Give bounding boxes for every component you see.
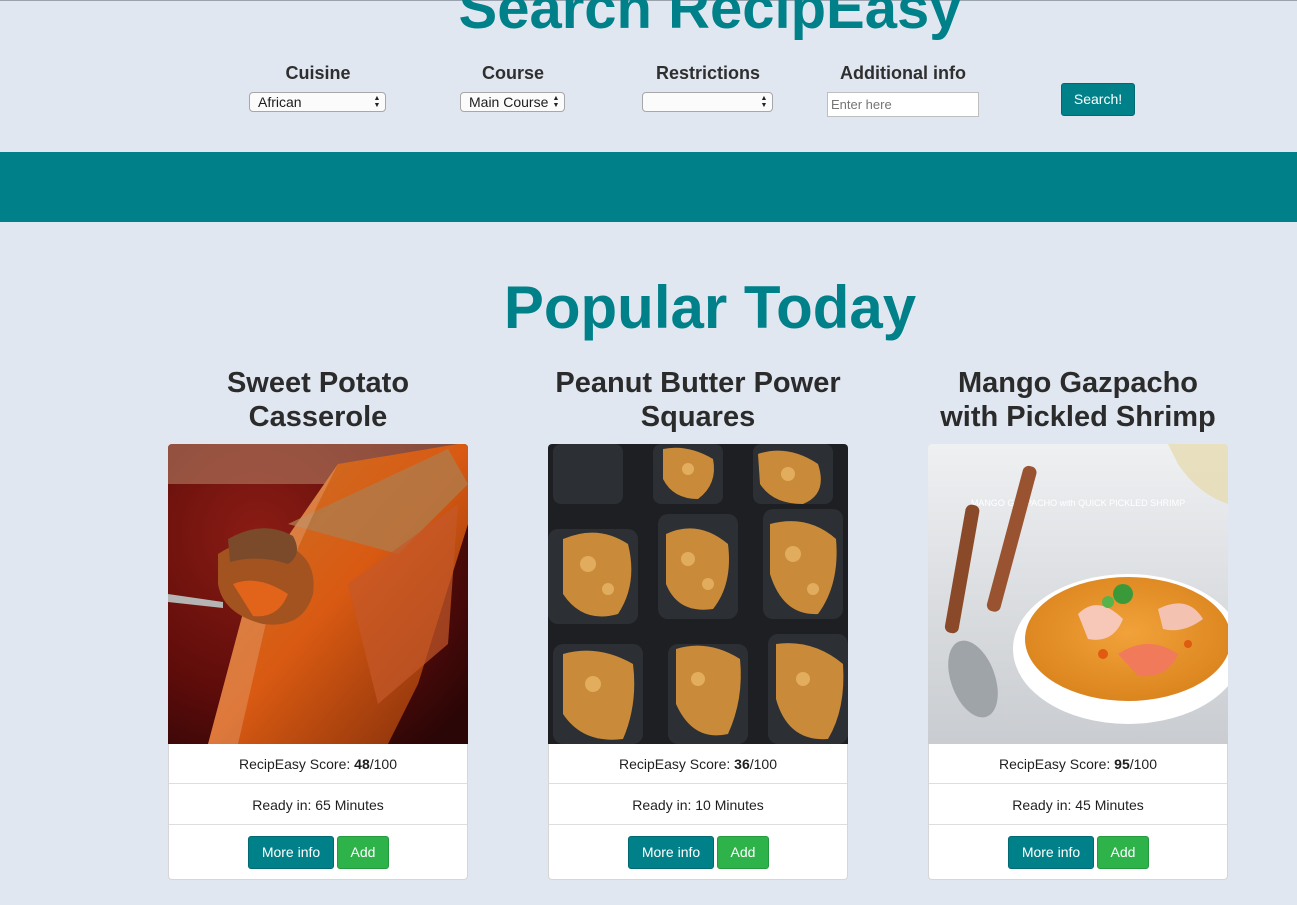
page: Search RecipEasy Cuisine African ▲ ▼ Cour… xyxy=(0,0,1297,905)
add-button[interactable]: Add xyxy=(1097,836,1149,869)
recipe-info: RecipEasy Score: 95/100 Ready in: 45 Min… xyxy=(928,744,1228,880)
recipe-image[interactable]: MANGO GAZPACHO with QUICK PICKLED SHRIMP xyxy=(928,444,1228,744)
cuisine-select-value: African xyxy=(258,94,302,110)
recipe-info: RecipEasy Score: 36/100 Ready in: 10 Min… xyxy=(548,744,848,880)
select-arrows-icon: ▲ ▼ xyxy=(552,95,560,109)
recipe-title: Mango Gazpacho with Pickled Shrimp xyxy=(888,366,1268,434)
recipe-score: RecipEasy Score: 95/100 xyxy=(929,744,1227,784)
recipe-ready-time: Ready in: 65 Minutes xyxy=(169,785,467,825)
recipe-ready-time: Ready in: 10 Minutes xyxy=(549,785,847,825)
recipe-title-line: with Pickled Shrimp xyxy=(940,401,1216,433)
score-value: 95 xyxy=(1114,756,1130,772)
more-info-button[interactable]: More info xyxy=(248,836,334,869)
score-max: /100 xyxy=(1129,756,1157,772)
cuisine-select[interactable]: African ▲ ▼ xyxy=(249,92,386,112)
restrictions-label: Restrictions xyxy=(655,63,761,83)
search-title: Search RecipEasy xyxy=(458,0,962,41)
score-max: /100 xyxy=(749,756,777,772)
recipe-title-line: Squares xyxy=(640,401,756,433)
additional-info-label: Additional info xyxy=(840,63,966,83)
teal-banner xyxy=(0,152,1297,222)
recipe-title-line: Mango Gazpacho xyxy=(957,367,1199,399)
score-value: 36 xyxy=(734,756,750,772)
course-select-value: Main Course xyxy=(469,94,549,110)
recipe-title: Sweet Potato Casserole xyxy=(128,366,508,434)
cuisine-field: Cuisine African ▲ ▼ xyxy=(248,63,388,112)
score-label: RecipEasy Score: xyxy=(619,756,735,772)
recipe-ready-time: Ready in: 45 Minutes xyxy=(929,785,1227,825)
score-label: RecipEasy Score: xyxy=(999,756,1115,772)
restrictions-select[interactable]: ▲ ▼ xyxy=(642,92,773,112)
course-label: Course xyxy=(481,63,544,83)
mango-gazpacho-image: MANGO GAZPACHO with QUICK PICKLED SHRIMP xyxy=(928,444,1228,744)
recipe-image[interactable] xyxy=(548,444,848,744)
score-value: 48 xyxy=(354,756,370,772)
score-label: RecipEasy Score: xyxy=(239,756,355,772)
more-info-button[interactable]: More info xyxy=(1008,836,1094,869)
additional-info-input[interactable] xyxy=(827,92,979,117)
sweet-potato-casserole-image xyxy=(168,444,468,744)
add-button[interactable]: Add xyxy=(337,836,389,869)
restrictions-field: Restrictions ▲ ▼ xyxy=(638,63,778,112)
image-caption: MANGO GAZPACHO with QUICK PICKLED SHRIMP xyxy=(971,498,1185,508)
more-info-button[interactable]: More info xyxy=(628,836,714,869)
course-field: Course Main Course ▲ ▼ xyxy=(443,63,583,112)
score-max: /100 xyxy=(369,756,397,772)
popular-today-title: Popular Today xyxy=(503,274,917,341)
course-select[interactable]: Main Course ▲ ▼ xyxy=(460,92,565,112)
recipe-image[interactable] xyxy=(168,444,468,744)
recipe-score: RecipEasy Score: 48/100 xyxy=(169,744,467,784)
recipe-title-line: Sweet Potato xyxy=(226,367,410,399)
recipe-info: RecipEasy Score: 48/100 Ready in: 65 Min… xyxy=(168,744,468,880)
additional-info-field: Additional info xyxy=(823,63,983,83)
peanut-butter-squares-image xyxy=(548,444,848,744)
select-arrows-icon: ▲ ▼ xyxy=(373,95,381,109)
select-arrows-icon: ▲ ▼ xyxy=(760,95,768,109)
search-button[interactable]: Search! xyxy=(1061,83,1135,116)
recipe-title: Peanut Butter Power Squares xyxy=(508,366,888,434)
cuisine-label: Cuisine xyxy=(285,63,351,83)
recipe-title-line: Casserole xyxy=(248,401,388,433)
recipe-score: RecipEasy Score: 36/100 xyxy=(549,744,847,784)
recipe-title-line: Peanut Butter Power xyxy=(555,367,841,399)
add-button[interactable]: Add xyxy=(717,836,769,869)
